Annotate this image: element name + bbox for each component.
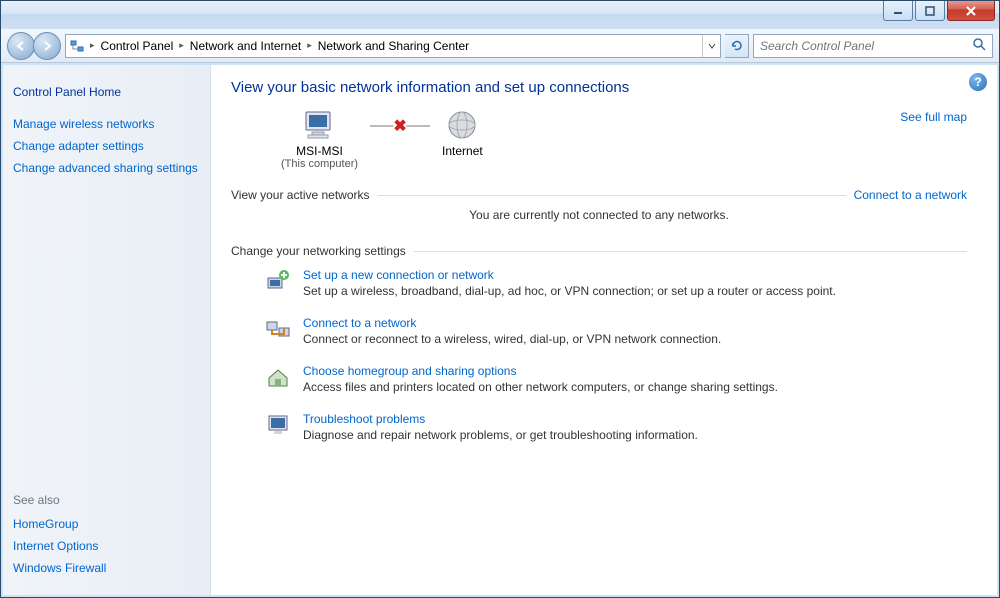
connection-line: ✖	[370, 125, 430, 127]
close-button[interactable]	[947, 1, 995, 21]
task-description: Access files and printers located on oth…	[303, 380, 778, 394]
task-link[interactable]: Set up a new connection or network	[303, 268, 836, 282]
task-connect-network: Connect to a network Connect or reconnec…	[231, 316, 967, 346]
active-networks-row: View your active networks Connect to a n…	[231, 188, 967, 202]
task-link[interactable]: Connect to a network	[303, 316, 721, 330]
section-label: Change your networking settings	[231, 244, 406, 258]
breadcrumb-item[interactable]: Control Panel	[97, 35, 178, 57]
section-label: View your active networks	[231, 188, 370, 202]
see-also: See also HomeGroup Internet Options Wind…	[13, 489, 200, 579]
control-panel-home-link[interactable]: Control Panel Home	[13, 81, 200, 103]
homegroup-icon	[265, 364, 291, 390]
chevron-right-icon: ▸	[88, 40, 97, 51]
chevron-right-icon: ▸	[305, 40, 314, 51]
task-description: Connect or reconnect to a wireless, wire…	[303, 332, 721, 346]
see-also-link[interactable]: HomeGroup	[13, 513, 200, 535]
back-button[interactable]	[7, 32, 35, 60]
task-setup-connection: Set up a new connection or network Set u…	[231, 268, 967, 298]
breadcrumb-item[interactable]: Network and Sharing Center	[314, 35, 473, 57]
sidebar-link[interactable]: Change adapter settings	[13, 135, 200, 157]
see-full-map-link[interactable]: See full map	[900, 110, 967, 124]
computer-icon	[302, 110, 338, 142]
address-bar[interactable]: ▸ Control Panel ▸ Network and Internet ▸…	[65, 34, 721, 58]
page-title: View your basic network information and …	[231, 79, 967, 96]
refresh-button[interactable]	[725, 34, 749, 58]
network-map: MSI-MSI (This computer) ✖ Internet See f…	[231, 110, 967, 170]
breadcrumb-item[interactable]: Network and Internet	[186, 35, 305, 57]
task-description: Set up a wireless, broadband, dial-up, a…	[303, 284, 836, 298]
task-link[interactable]: Troubleshoot problems	[303, 412, 698, 426]
titlebar	[1, 1, 999, 29]
see-also-link[interactable]: Windows Firewall	[13, 557, 200, 579]
content: Control Panel Home Manage wireless netwo…	[3, 65, 997, 595]
network-icon	[66, 35, 88, 57]
window-buttons	[883, 1, 995, 21]
this-computer-node: MSI-MSI (This computer)	[281, 110, 358, 170]
nav-buttons	[7, 32, 61, 60]
task-homegroup: Choose homegroup and sharing options Acc…	[231, 364, 967, 394]
internet-node: Internet	[442, 110, 483, 170]
navbar: ▸ Control Panel ▸ Network and Internet ▸…	[1, 29, 999, 63]
task-description: Diagnose and repair network problems, or…	[303, 428, 698, 442]
forward-button[interactable]	[33, 32, 61, 60]
main-panel: ? View your basic network information an…	[211, 65, 997, 595]
sidebar-link[interactable]: Manage wireless networks	[13, 113, 200, 135]
active-networks-message: You are currently not connected to any n…	[231, 208, 967, 222]
chevron-right-icon: ▸	[177, 40, 186, 51]
troubleshoot-icon	[265, 412, 291, 438]
connect-network-icon	[265, 316, 291, 342]
task-link[interactable]: Choose homegroup and sharing options	[303, 364, 778, 378]
search-icon[interactable]	[972, 37, 986, 54]
window: ▸ Control Panel ▸ Network and Internet ▸…	[0, 0, 1000, 598]
divider	[414, 251, 967, 252]
sidebar: Control Panel Home Manage wireless netwo…	[3, 65, 211, 595]
settings-heading: Change your networking settings	[231, 244, 967, 258]
search-box[interactable]	[753, 34, 993, 58]
divider	[378, 195, 846, 196]
breadcrumb: Control Panel ▸ Network and Internet ▸ N…	[97, 35, 474, 57]
see-also-link[interactable]: Internet Options	[13, 535, 200, 557]
node-sublabel: (This computer)	[281, 158, 358, 170]
minimize-button[interactable]	[883, 1, 913, 21]
help-icon[interactable]: ?	[969, 73, 987, 91]
see-also-heading: See also	[13, 489, 200, 513]
sidebar-link[interactable]: Change advanced sharing settings	[13, 157, 200, 179]
globe-icon	[444, 110, 480, 142]
disconnected-icon: ✖	[393, 116, 406, 136]
address-dropdown[interactable]	[702, 35, 720, 57]
task-troubleshoot: Troubleshoot problems Diagnose and repai…	[231, 412, 967, 442]
maximize-button[interactable]	[915, 1, 945, 21]
setup-connection-icon	[265, 268, 291, 294]
connect-link[interactable]: Connect to a network	[854, 188, 967, 202]
node-label: Internet	[442, 144, 483, 158]
search-input[interactable]	[760, 39, 972, 53]
node-label: MSI-MSI	[296, 144, 343, 158]
